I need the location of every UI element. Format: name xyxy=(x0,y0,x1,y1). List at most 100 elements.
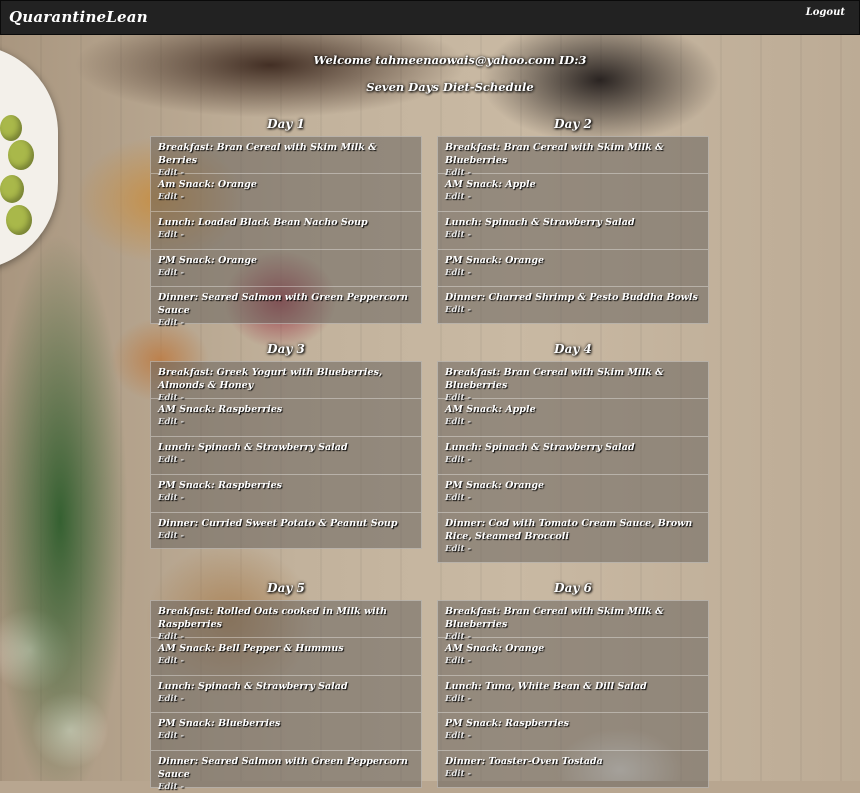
meal-label: Breakfast: Bran Cereal with Skim Milk & … xyxy=(445,367,664,391)
edit-separator: - xyxy=(180,230,185,240)
edit-separator: - xyxy=(180,417,185,427)
meal-label: PM Snack: Raspberries xyxy=(158,480,283,491)
edit-link[interactable]: Edit xyxy=(445,656,465,666)
edit-separator: - xyxy=(467,769,472,779)
edit-separator: - xyxy=(180,531,185,541)
edit-link[interactable]: Edit xyxy=(445,417,465,427)
meal-label: PM Snack: Blueberries xyxy=(158,718,281,729)
background-image xyxy=(0,0,860,781)
day-title: Day 4 xyxy=(554,342,592,356)
edit-link[interactable]: Edit xyxy=(158,694,178,704)
edit-link[interactable]: Edit xyxy=(158,493,178,503)
edit-separator: - xyxy=(467,656,472,666)
meal-item: Breakfast: Greek Yogurt with Blueberries… xyxy=(150,361,422,403)
meal-item: Breakfast: Bran Cereal with Skim Milk & … xyxy=(437,361,709,403)
edit-separator: - xyxy=(180,318,185,328)
edit-separator: - xyxy=(467,192,472,202)
meal-label: Dinner: Toaster-Oven Tostada xyxy=(445,756,603,767)
edit-link[interactable]: Edit xyxy=(445,230,465,240)
edit-link[interactable]: Edit xyxy=(158,417,178,427)
edit-link[interactable]: Edit xyxy=(445,268,465,278)
day-card: Day 5 Breakfast: Rolled Oats cooked in M… xyxy=(150,581,422,792)
meal-label: AM Snack: Raspberries xyxy=(158,404,283,415)
meal-item: AM Snack: Orange Edit - xyxy=(437,637,709,675)
edit-link[interactable]: Edit xyxy=(158,656,178,666)
day-card: Day 4 Breakfast: Bran Cereal with Skim M… xyxy=(437,342,709,563)
meal-item: AM Snack: Apple Edit - xyxy=(437,398,709,436)
edit-separator: - xyxy=(180,656,185,666)
day-card: Day 6 Breakfast: Bran Cereal with Skim M… xyxy=(437,581,709,788)
edit-link[interactable]: Edit xyxy=(158,731,178,741)
meal-label: Lunch: Spinach & Strawberry Salad xyxy=(445,217,635,228)
edit-link[interactable]: Edit xyxy=(445,393,465,403)
meal-label: Lunch: Spinach & Strawberry Salad xyxy=(158,442,348,453)
edit-link[interactable]: Edit xyxy=(158,782,178,792)
edit-separator: - xyxy=(180,168,185,178)
meal-label: Breakfast: Bran Cereal with Skim Milk & … xyxy=(445,142,664,166)
edit-separator: - xyxy=(180,268,185,278)
edit-link[interactable]: Edit xyxy=(158,268,178,278)
meal-item: PM Snack: Orange Edit - xyxy=(437,474,709,512)
logout-link[interactable]: Logout xyxy=(806,7,845,18)
edit-separator: - xyxy=(467,632,472,642)
edit-link[interactable]: Edit xyxy=(445,694,465,704)
edit-link[interactable]: Edit xyxy=(445,632,465,642)
edit-link[interactable]: Edit xyxy=(445,493,465,503)
meal-item: AM Snack: Apple Edit - xyxy=(437,173,709,211)
edit-link[interactable]: Edit xyxy=(158,393,178,403)
edit-separator: - xyxy=(467,455,472,465)
meal-label: PM Snack: Orange xyxy=(445,255,545,266)
meal-label: Breakfast: Rolled Oats cooked in Milk wi… xyxy=(158,606,388,630)
meal-item: Breakfast: Bran Cereal with Skim Milk & … xyxy=(437,136,709,178)
brand-logo[interactable]: QuarantineLean xyxy=(9,8,148,26)
edit-separator: - xyxy=(467,731,472,741)
meal-item: Lunch: Loaded Black Bean Nacho Soup Edit … xyxy=(150,211,422,249)
meal-item: PM Snack: Raspberries Edit - xyxy=(150,474,422,512)
edit-link[interactable]: Edit xyxy=(158,455,178,465)
edit-separator: - xyxy=(467,305,472,315)
edit-separator: - xyxy=(467,493,472,503)
edit-link[interactable]: Edit xyxy=(158,168,178,178)
page-title: Seven Days Diet-Schedule xyxy=(366,80,534,94)
meal-label: PM Snack: Orange xyxy=(445,480,545,491)
edit-link[interactable]: Edit xyxy=(445,168,465,178)
day-title: Day 5 xyxy=(267,581,305,595)
meal-item: Breakfast: Rolled Oats cooked in Milk wi… xyxy=(150,600,422,642)
edit-link[interactable]: Edit xyxy=(158,318,178,328)
edit-link[interactable]: Edit xyxy=(158,192,178,202)
meal-item: Dinner: Curried Sweet Potato & Peanut So… xyxy=(150,512,422,549)
edit-link[interactable]: Edit xyxy=(445,731,465,741)
meal-item: Lunch: Tuna, White Bean & Dill Salad Edit… xyxy=(437,675,709,712)
meal-item: Breakfast: Bran Cereal with Skim Milk & … xyxy=(437,600,709,642)
meal-label: Dinner: Cod with Tomato Cream Sauce, Bro… xyxy=(445,518,693,542)
edit-link[interactable]: Edit xyxy=(445,192,465,202)
meal-item: PM Snack: Raspberries Edit - xyxy=(437,712,709,750)
day-title: Day 3 xyxy=(267,342,305,356)
edit-separator: - xyxy=(467,268,472,278)
edit-link[interactable]: Edit xyxy=(445,455,465,465)
meal-item: Dinner: Charred Shrimp & Pesto Buddha Bo… xyxy=(437,286,709,324)
edit-link[interactable]: Edit xyxy=(445,544,465,554)
edit-separator: - xyxy=(467,544,472,554)
meal-label: Dinner: Curried Sweet Potato & Peanut So… xyxy=(158,518,398,529)
edit-separator: - xyxy=(180,694,185,704)
meal-label: AM Snack: Orange xyxy=(445,643,545,654)
edit-separator: - xyxy=(180,393,185,403)
meal-item: Dinner: Cod with Tomato Cream Sauce, Bro… xyxy=(437,512,709,563)
edit-link[interactable]: Edit xyxy=(158,632,178,642)
meal-label: PM Snack: Orange xyxy=(158,255,258,266)
edit-separator: - xyxy=(180,455,185,465)
edit-separator: - xyxy=(180,493,185,503)
edit-link[interactable]: Edit xyxy=(445,769,465,779)
meal-label: Lunch: Loaded Black Bean Nacho Soup xyxy=(158,217,368,228)
meal-item: Lunch: Spinach & Strawberry Salad Edit - xyxy=(150,436,422,474)
meal-label: Dinner: Seared Salmon with Green Pepperc… xyxy=(158,756,408,780)
navbar: QuarantineLean Logout xyxy=(0,0,860,35)
edit-separator: - xyxy=(467,393,472,403)
meal-item: Dinner: Seared Salmon with Green Pepperc… xyxy=(150,750,422,792)
meal-label: Breakfast: Bran Cereal with Skim Milk & … xyxy=(158,142,377,166)
edit-link[interactable]: Edit xyxy=(158,531,178,541)
edit-separator: - xyxy=(467,694,472,704)
edit-link[interactable]: Edit xyxy=(445,305,465,315)
edit-link[interactable]: Edit xyxy=(158,230,178,240)
